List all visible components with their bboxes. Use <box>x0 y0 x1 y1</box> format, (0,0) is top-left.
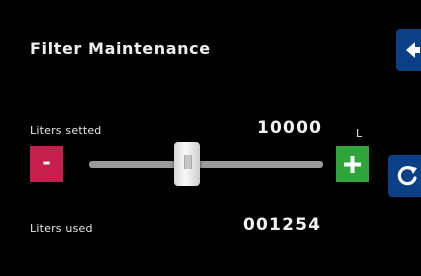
increase-button[interactable] <box>336 146 369 182</box>
liters-unit: L <box>356 127 363 140</box>
liters-slider-thumb[interactable] <box>174 142 201 186</box>
plus-icon <box>344 156 361 173</box>
page-title: Filter Maintenance <box>30 39 211 58</box>
refresh-icon <box>397 166 417 186</box>
liters-setted-label: Liters setted <box>30 124 102 137</box>
decrease-label: - <box>42 150 51 174</box>
liters-setted-value: 10000 <box>257 118 323 138</box>
liters-slider-track[interactable] <box>89 161 323 168</box>
arrow-left-icon <box>406 42 420 58</box>
back-button[interactable] <box>396 29 421 71</box>
refresh-button[interactable] <box>388 155 421 197</box>
decrease-button[interactable]: - <box>30 146 63 182</box>
liters-used-value: 001254 <box>243 215 322 235</box>
liters-used-label: Liters used <box>30 222 93 235</box>
slider-grip <box>184 155 193 169</box>
